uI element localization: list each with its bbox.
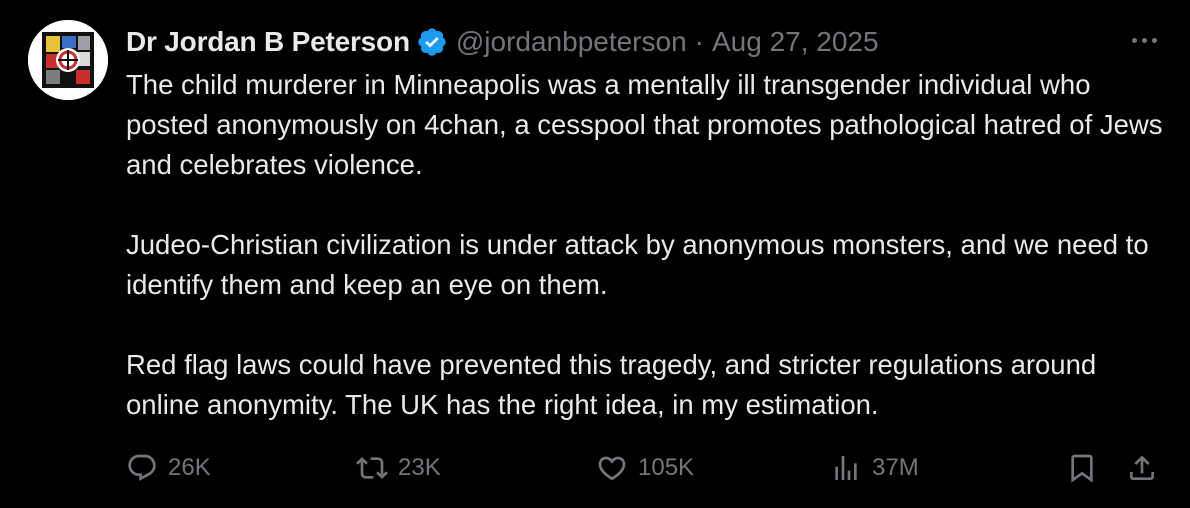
like-count: 105K [638,454,695,481]
reply-icon [126,452,158,484]
author-display-name[interactable]: Dr Jordan B Peterson [126,26,410,58]
share-button[interactable] [1126,448,1158,488]
bookmark-icon [1066,452,1098,484]
tweet-actions-bar: 26K 23K 105K 37M [126,448,1162,488]
tweet-date[interactable]: Aug 27, 2025 [712,26,879,58]
tweet-paragraph: The child murderer in Minneapolis was a … [126,69,1163,180]
reply-button[interactable]: 26K [126,448,211,488]
views-chart-icon [830,452,862,484]
avatar-image [28,20,108,100]
more-dot [1141,37,1147,43]
heart-icon [596,452,628,484]
tweet-card[interactable]: Dr Jordan B Peterson @jordanbpeterson · … [0,0,1190,508]
tweet-paragraph: Judeo-Christian civilization is under at… [126,229,1149,300]
reply-count: 26K [168,454,211,481]
views-count: 37M [872,454,919,481]
verified-badge-icon[interactable] [416,26,448,58]
like-button[interactable]: 105K [596,448,694,488]
retweet-icon [356,452,388,484]
views-button[interactable]: 37M [830,448,919,488]
share-icon [1126,452,1158,484]
retweet-count: 23K [398,454,441,481]
more-dot [1131,37,1137,43]
header-separator: · [694,26,704,57]
tweet-text: The child murderer in Minneapolis was a … [126,65,1166,425]
more-dot [1151,37,1157,43]
more-options-icon[interactable] [1128,30,1160,50]
tweet-paragraph: Red flag laws could have prevented this … [126,349,1097,420]
avatar[interactable] [28,20,108,100]
tweet-header: Dr Jordan B Peterson @jordanbpeterson · … [126,22,879,62]
author-handle[interactable]: @jordanbpeterson [456,26,687,58]
retweet-button[interactable]: 23K [356,448,441,488]
bookmark-button[interactable] [1066,448,1098,488]
